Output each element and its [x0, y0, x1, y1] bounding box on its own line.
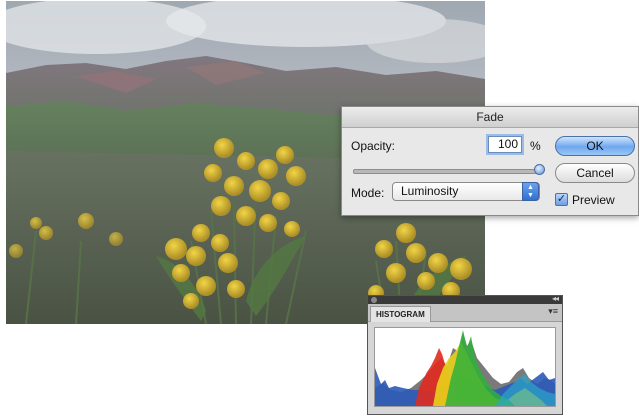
mode-select-value: Luminosity [401, 184, 459, 198]
histogram-plot [374, 327, 556, 407]
panel-menu-icon[interactable]: ▾≡ [548, 306, 558, 317]
dialog-title: Fade [342, 107, 638, 128]
panel-tabbar: HISTOGRAM ▾≡ [368, 304, 562, 322]
checkmark-icon: ✓ [556, 193, 567, 205]
histogram-panel: ◂◂ HISTOGRAM ▾≡ [367, 294, 563, 415]
panel-topbar[interactable]: ◂◂ [368, 294, 562, 304]
close-icon[interactable] [371, 297, 377, 303]
ok-button[interactable]: OK [555, 136, 635, 156]
cancel-button[interactable]: Cancel [555, 163, 635, 183]
preview-label[interactable]: Preview [572, 193, 615, 207]
opacity-input[interactable]: 100 [488, 136, 522, 153]
up-down-arrows-icon: ▲ ▼ [522, 182, 539, 201]
opacity-label: Opacity: [351, 139, 396, 153]
mode-select[interactable]: Luminosity ▲ ▼ [392, 182, 540, 201]
opacity-slider-track[interactable] [353, 169, 539, 174]
preview-checkbox[interactable]: ✓ [555, 193, 568, 206]
opacity-slider-thumb[interactable] [533, 164, 545, 175]
tab-histogram[interactable]: HISTOGRAM [370, 306, 431, 322]
fade-dialog: Fade Opacity: 100 % Mode: Luminosity ▲ ▼ … [341, 106, 639, 216]
percent-label: % [530, 139, 541, 153]
mode-label: Mode: [351, 186, 385, 200]
histogram-graph [375, 330, 555, 406]
double-chevron-icon[interactable]: ◂◂ [552, 294, 559, 304]
